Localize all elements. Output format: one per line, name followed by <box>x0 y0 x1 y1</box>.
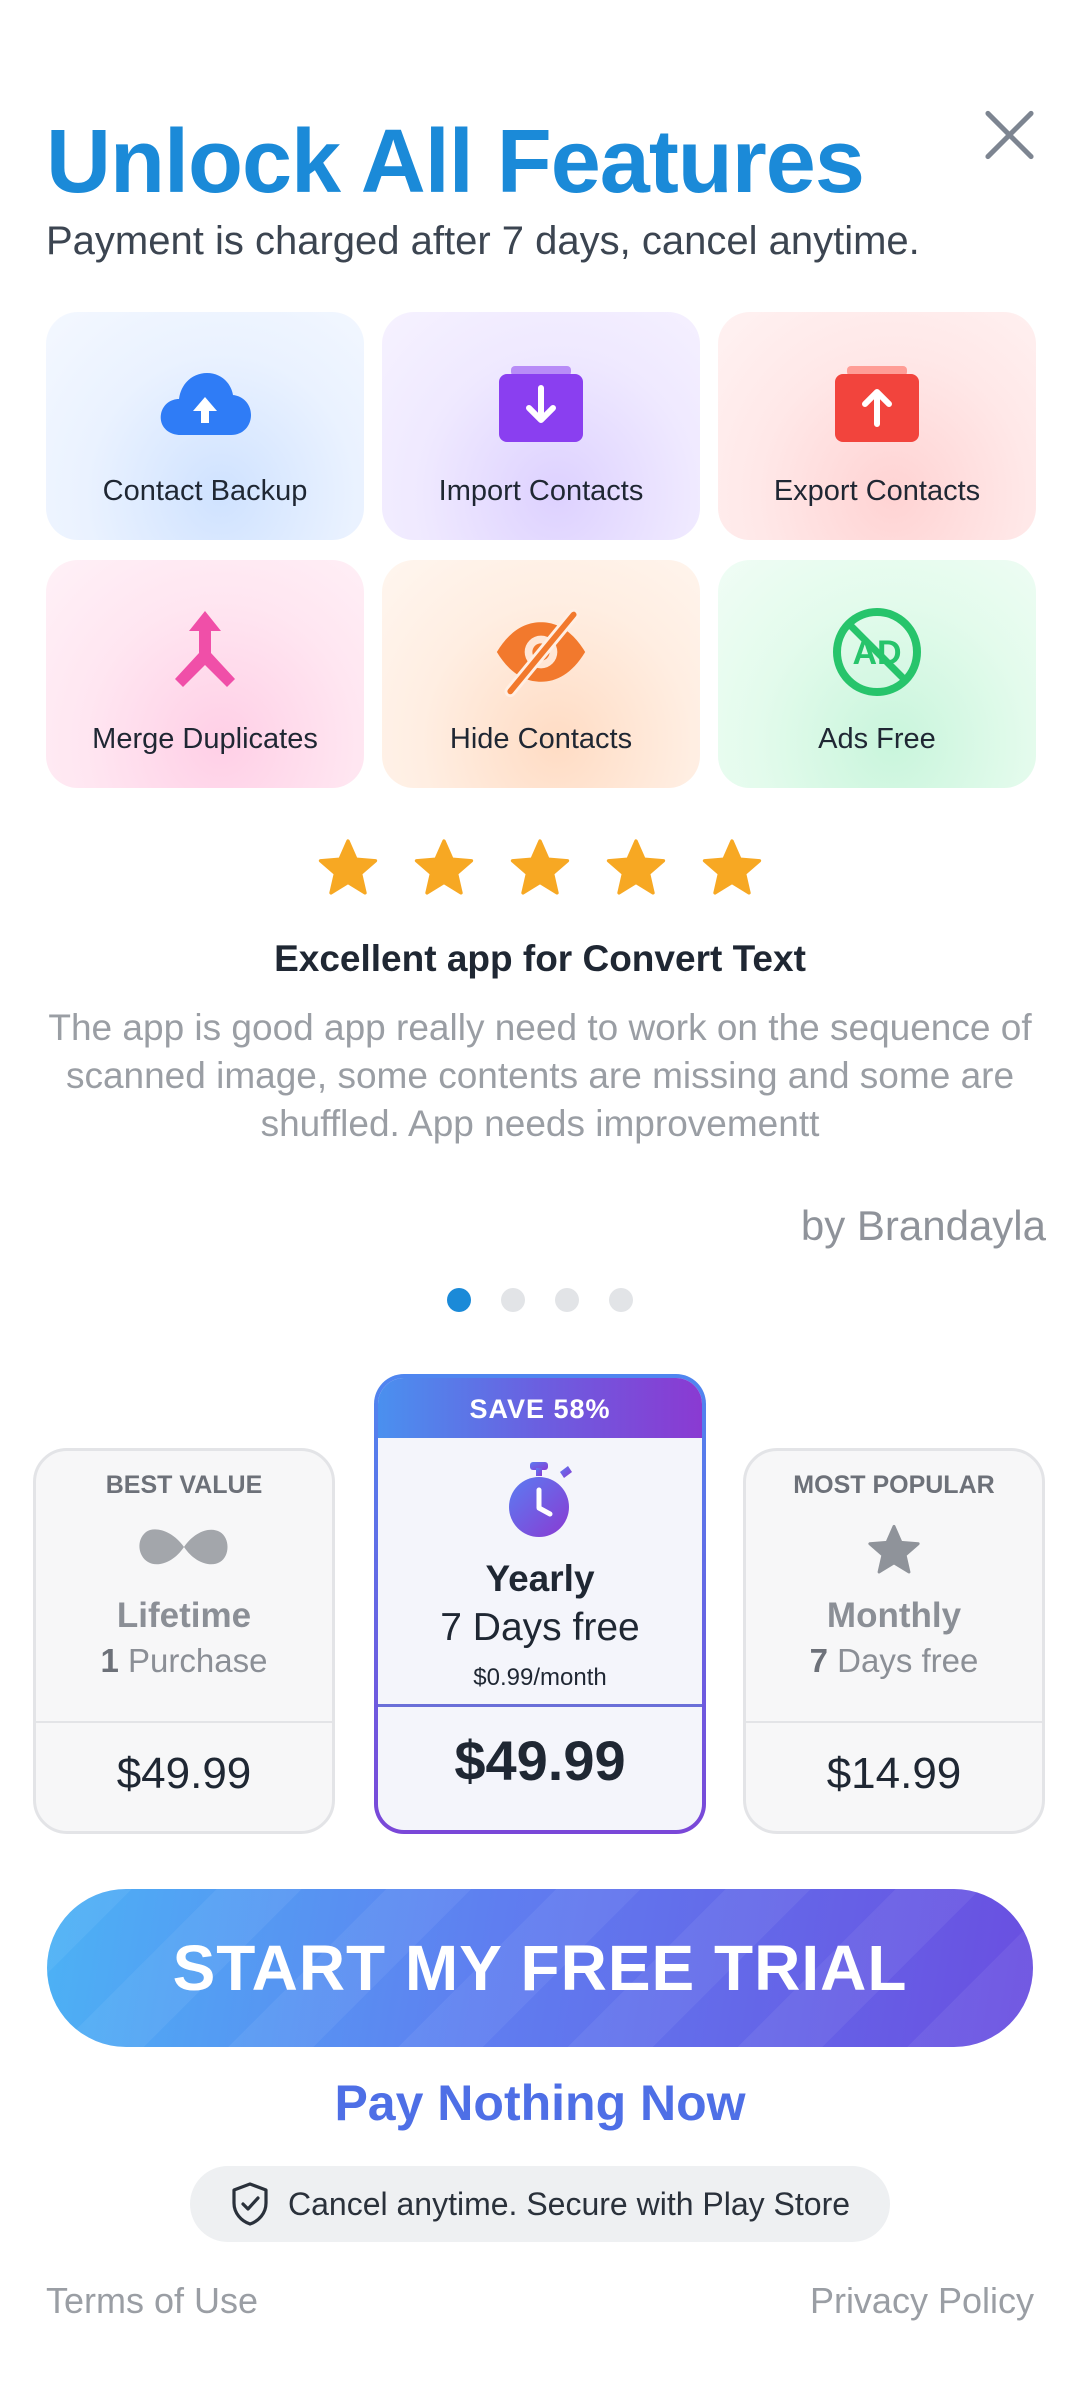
carousel-dot-1[interactable] <box>447 1288 471 1312</box>
start-free-trial-button[interactable]: START MY FREE TRIAL <box>47 1889 1033 2047</box>
export-tray-icon <box>829 356 925 452</box>
feature-label: Import Contacts <box>438 475 644 507</box>
feature-label: Hide Contacts <box>449 723 633 755</box>
feature-import-contacts[interactable]: Import Contacts <box>382 312 700 540</box>
plan-divider <box>378 1704 702 1707</box>
import-tray-icon <box>493 356 589 452</box>
star-icon <box>702 839 762 895</box>
carousel-indicator <box>0 1288 1080 1312</box>
pay-nothing-link[interactable]: Pay Nothing Now <box>0 2074 1080 2132</box>
feature-label: Merge Duplicates <box>92 723 318 755</box>
save-badge: SAVE 58% <box>378 1378 702 1438</box>
features-grid: Contact Backup Import Contacts Export Co… <box>46 312 1036 788</box>
review-title: Excellent app for Convert Text <box>274 938 806 979</box>
plan-price: $49.99 <box>116 1749 252 1798</box>
review-body: The app is good app really need to work … <box>48 1007 1032 1144</box>
secure-notice: Cancel anytime. Secure with Play Store <box>190 2166 890 2242</box>
feature-hide-contacts[interactable]: Hide Contacts <box>382 560 700 788</box>
feature-label: Ads Free <box>818 723 936 755</box>
stopwatch-icon <box>502 1460 578 1540</box>
plan-monthly[interactable]: MOST POPULAR Monthly 7 Days free $14.99 <box>743 1448 1045 1834</box>
plan-divider <box>746 1721 1042 1723</box>
carousel-dot-3[interactable] <box>555 1288 579 1312</box>
feature-contact-backup[interactable]: Contact Backup <box>46 312 364 540</box>
plan-name: Lifetime <box>116 1596 252 1635</box>
plan-yearly[interactable]: SAVE 58% Yearly 7 Days free $0.99/month … <box>374 1374 706 1834</box>
review-author: by Brandayla <box>800 1202 1046 1249</box>
plan-lifetime[interactable]: BEST VALUE Lifetime 1 Purchase $49.99 <box>33 1448 335 1834</box>
page-title: Unlock All Features <box>46 112 865 212</box>
secure-text: Cancel anytime. Secure with Play Store <box>287 2185 851 2222</box>
plan-badge: BEST VALUE <box>105 1471 263 1499</box>
plan-subtitle: 7 Days free <box>809 1642 979 1679</box>
feature-ads-free[interactable]: AD Ads Free <box>718 560 1036 788</box>
feature-label: Export Contacts <box>773 475 981 507</box>
plan-price: $14.99 <box>826 1749 962 1798</box>
svg-text:AD: AD <box>852 634 901 672</box>
feature-merge-duplicates[interactable]: Merge Duplicates <box>46 560 364 788</box>
star-icon <box>606 839 666 895</box>
carousel-dot-4[interactable] <box>609 1288 633 1312</box>
star-icon <box>318 839 378 895</box>
plan-name: Yearly <box>485 1558 595 1599</box>
star-icon <box>510 839 570 895</box>
plan-divider <box>36 1721 332 1723</box>
feature-label: Contact Backup <box>102 475 308 507</box>
plan-subtitle: 1 Purchase <box>100 1642 268 1679</box>
close-icon[interactable] <box>975 100 1045 170</box>
carousel-dot-2[interactable] <box>501 1288 525 1312</box>
no-ads-icon: AD <box>829 604 925 700</box>
page-subtitle: Payment is charged after 7 days, cancel … <box>46 219 920 263</box>
cta-label: START MY FREE TRIAL <box>172 1932 908 2004</box>
shield-check-icon <box>232 2182 268 2226</box>
plan-badge: MOST POPULAR <box>793 1471 995 1499</box>
cloud-upload-icon <box>157 356 253 452</box>
terms-of-use-link[interactable]: Terms of Use <box>46 2280 258 2322</box>
merge-arrow-icon <box>157 604 253 700</box>
rating-stars <box>0 836 1080 902</box>
eye-off-icon <box>493 604 589 700</box>
privacy-policy-link[interactable]: Privacy Policy <box>810 2280 1034 2322</box>
feature-export-contacts[interactable]: Export Contacts <box>718 312 1036 540</box>
star-icon <box>844 1522 944 1578</box>
plan-subtitle: 7 Days free <box>440 1606 640 1649</box>
star-icon <box>414 839 474 895</box>
plan-price: $49.99 <box>454 1729 626 1792</box>
plan-per-month: $0.99/month <box>473 1664 607 1691</box>
plan-name: Monthly <box>826 1596 962 1635</box>
infinity-icon <box>134 1522 234 1578</box>
